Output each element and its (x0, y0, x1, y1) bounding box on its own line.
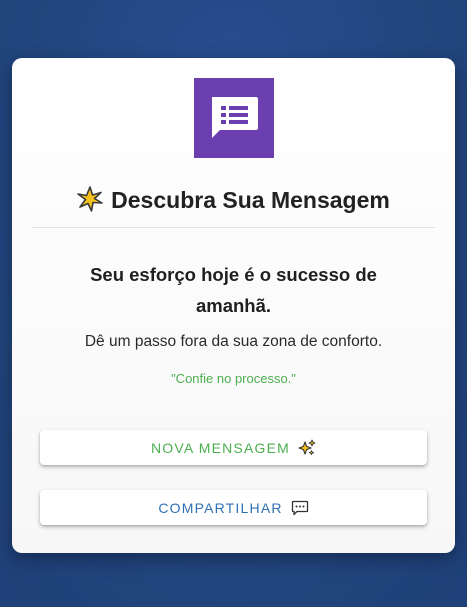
title-divider (32, 227, 435, 228)
app-logo (194, 78, 274, 158)
message-quote: "Confie no processo." (171, 371, 296, 386)
new-message-button[interactable]: NOVA MENSAGEM (40, 430, 427, 465)
share-label: COMPARTILHAR (158, 499, 283, 516)
page-title: Descubra Sua Mensagem (12, 186, 455, 218)
sparkle-star-icon (77, 186, 103, 218)
message-card: Descubra Sua Mensagem Seu esforço hoje é… (12, 58, 455, 553)
new-message-label: NOVA MENSAGEM (150, 439, 291, 456)
sparkle-icon (298, 439, 316, 457)
speech-bubble-icon (291, 500, 309, 516)
title-text: Descubra Sua Mensagem (111, 187, 390, 213)
message-subtext: Dê um passo fora da sua zona de conforto… (84, 333, 383, 350)
share-button[interactable]: COMPARTILHAR (40, 490, 427, 525)
message-list-icon (212, 97, 258, 138)
message-headline: Seu esforço hoje é o sucesso de amanhã. (90, 264, 377, 316)
